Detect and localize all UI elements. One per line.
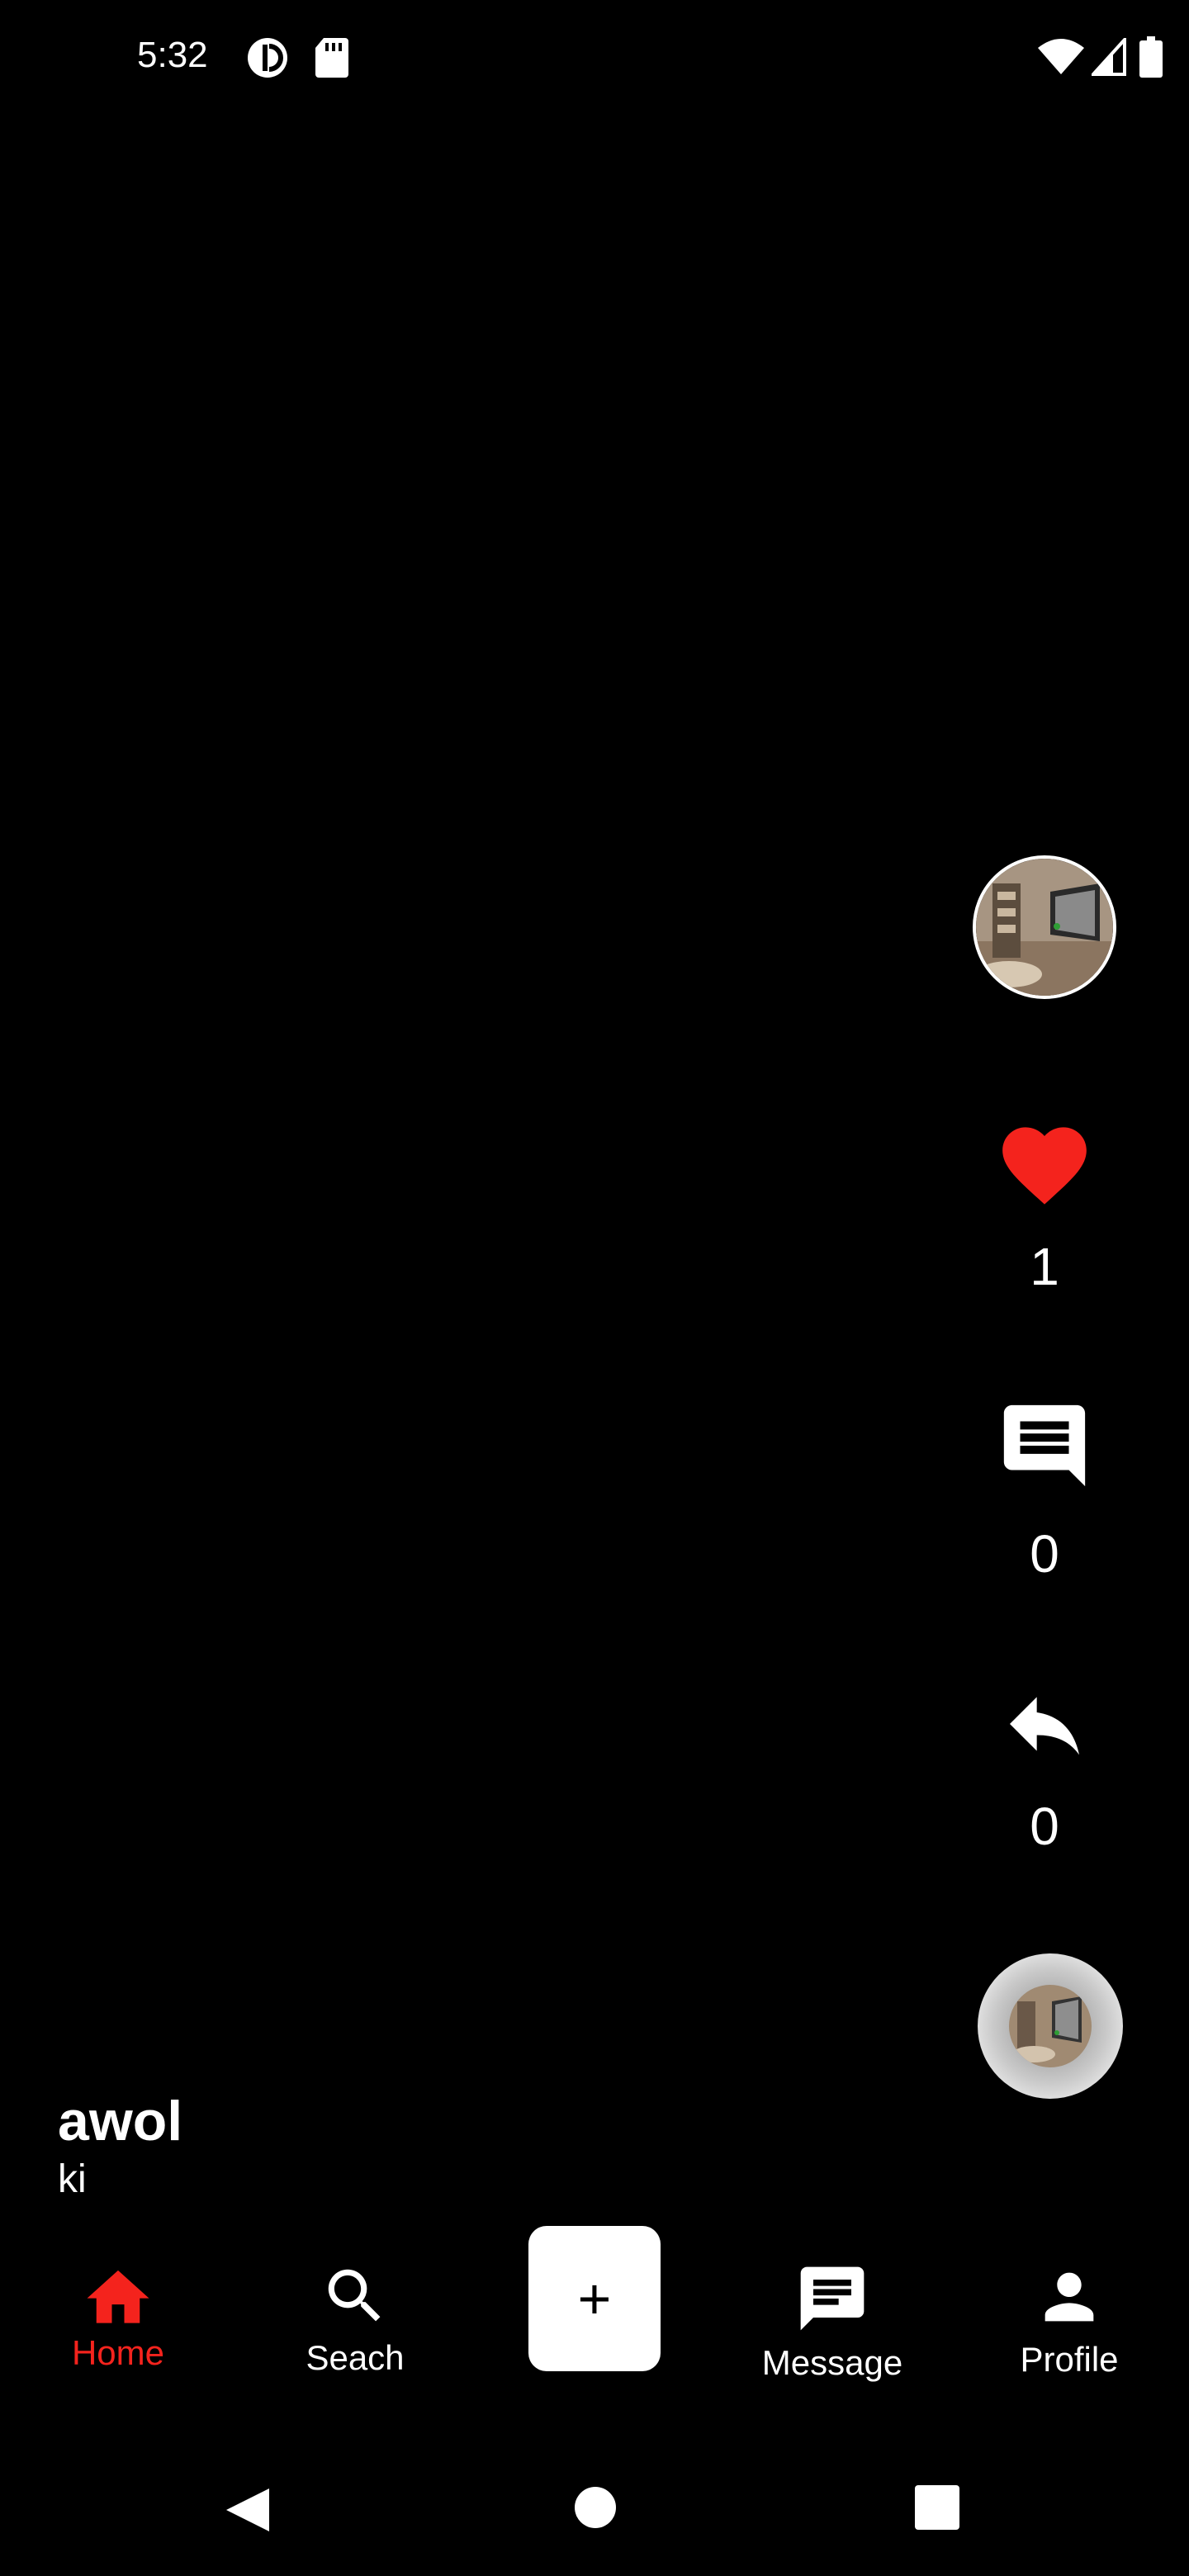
- post-username[interactable]: awol: [58, 2089, 182, 2153]
- comment-action[interactable]: 0: [966, 1397, 1123, 1580]
- sd-card-icon: [315, 38, 348, 78]
- nav-message-label: Message: [761, 2343, 903, 2382]
- plus-icon: +: [577, 2266, 612, 2331]
- person-icon: [1045, 2272, 1094, 2322]
- cellular-signal-icon: [1092, 38, 1126, 76]
- heart-icon[interactable]: [994, 1115, 1095, 1207]
- music-disc[interactable]: [978, 1953, 1123, 2099]
- comment-icon[interactable]: [996, 1397, 1093, 1494]
- comment-count: 0: [1030, 1524, 1059, 1584]
- wifi-icon: [1038, 39, 1084, 74]
- nav-profile[interactable]: Profile: [978, 2261, 1160, 2379]
- status-time: 5:32: [137, 35, 208, 75]
- nav-message[interactable]: Message: [741, 2261, 923, 2383]
- search-icon: [328, 2269, 381, 2322]
- recents-square-icon[interactable]: [915, 2485, 959, 2530]
- music-disc-cover: [1009, 1985, 1092, 2067]
- like-count: 1: [1030, 1237, 1059, 1296]
- share-reply-icon[interactable]: [998, 1693, 1091, 1767]
- avatar-image: [976, 859, 1113, 996]
- nav-home[interactable]: Home: [27, 2261, 209, 2373]
- like-action[interactable]: 1: [966, 1115, 1123, 1293]
- create-post-button[interactable]: +: [528, 2226, 661, 2371]
- back-icon[interactable]: [223, 2485, 272, 2535]
- share-action[interactable]: 0: [966, 1693, 1123, 1853]
- nav-home-label: Home: [71, 2333, 165, 2372]
- home-circle-icon[interactable]: [573, 2485, 618, 2530]
- message-icon: [800, 2266, 865, 2331]
- ring-app-icon: [248, 38, 287, 78]
- nav-search[interactable]: Seach: [264, 2261, 446, 2378]
- nav-profile-label: Profile: [1020, 2340, 1119, 2379]
- post-caption: ki: [58, 2157, 87, 2201]
- system-nav-bar: [0, 2444, 1189, 2576]
- status-bar: 5:32: [0, 0, 1189, 116]
- creator-avatar[interactable]: [973, 855, 1116, 999]
- battery-icon: [1139, 36, 1163, 78]
- home-icon: [87, 2270, 149, 2323]
- share-count: 0: [1030, 1797, 1059, 1856]
- nav-search-label: Seach: [306, 2338, 405, 2377]
